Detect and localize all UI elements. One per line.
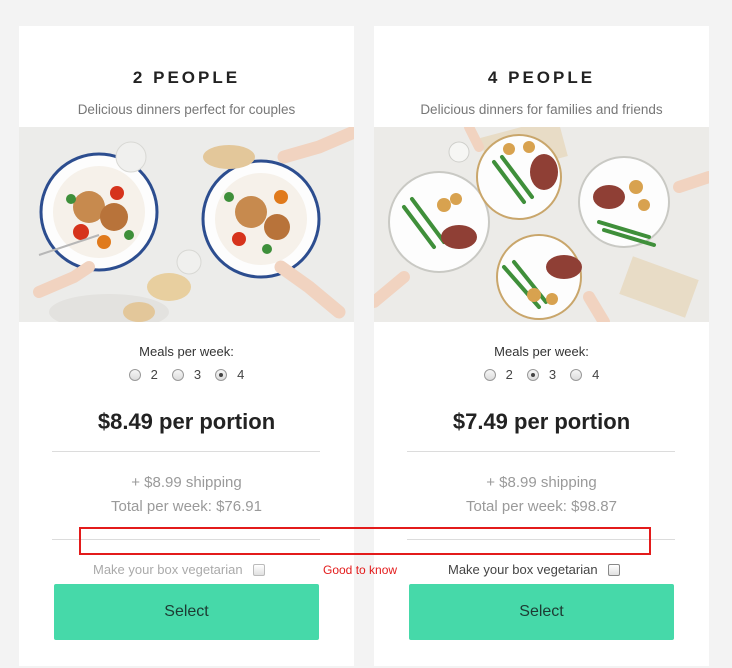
meals-option-3[interactable]: 3	[526, 367, 557, 382]
plan-subtitle: Delicious dinners perfect for couples	[77, 102, 296, 117]
meals-option-label: 4	[592, 367, 600, 382]
vegetarian-checkbox[interactable]	[252, 563, 265, 576]
shipping-cost: + $8.99 shipping	[131, 474, 242, 491]
vegetarian-label: Make your box vegetarian	[448, 562, 598, 577]
meals-option-label: 2	[150, 367, 158, 382]
select-button[interactable]: Select	[54, 584, 319, 640]
meals-option-4[interactable]: 4	[570, 367, 599, 382]
meals-option-3[interactable]: 3	[171, 367, 202, 382]
meals-option-label: 2	[505, 367, 513, 382]
price-per-portion: $7.49 per portion	[452, 409, 631, 434]
food-photo	[374, 127, 709, 322]
meals-radio-group: 2 3 4	[19, 367, 354, 382]
meals-option-2[interactable]: 2	[483, 367, 513, 382]
meals-option-label: 4	[237, 367, 245, 382]
divider	[52, 451, 320, 452]
meals-option-2[interactable]: 2	[128, 367, 158, 382]
plan-title: 4 PEOPLE	[487, 68, 596, 87]
vegetarian-option[interactable]: Make your box vegetarian	[93, 562, 265, 577]
shipping-cost: + $8.99 shipping	[486, 474, 597, 491]
total-per-week: Total per week: $98.87	[466, 498, 617, 515]
vegetarian-label: Make your box vegetarian	[93, 562, 243, 577]
radio-button[interactable]	[128, 368, 141, 381]
plan-card-4-people: 4 PEOPLE Delicious dinners for families …	[374, 26, 709, 666]
meals-option-label: 3	[193, 367, 202, 382]
meals-per-week-label: Meals per week:	[139, 344, 234, 359]
meals-option-4[interactable]: 4	[215, 367, 244, 382]
total-per-week: Total per week: $76.91	[111, 498, 262, 515]
meals-option-label: 3	[548, 367, 557, 382]
price-per-portion: $8.49 per portion	[97, 409, 276, 434]
plan-card-2-people: 2 PEOPLE Delicious dinners perfect for c…	[19, 26, 354, 666]
radio-button[interactable]	[171, 368, 184, 381]
annotation-label: Good to know	[323, 563, 398, 577]
plan-title: 2 PEOPLE	[132, 68, 241, 87]
radio-button-selected[interactable]	[526, 368, 539, 381]
food-photo	[19, 127, 354, 322]
annotation-highlight-box	[79, 527, 651, 555]
vegetarian-checkbox[interactable]	[607, 563, 620, 576]
radio-button[interactable]	[570, 368, 583, 381]
select-button[interactable]: Select	[409, 584, 674, 640]
meals-radio-group: 2 3 4	[374, 367, 709, 382]
meals-per-week-label: Meals per week:	[494, 344, 589, 359]
radio-button-selected[interactable]	[215, 368, 228, 381]
vegetarian-option[interactable]: Make your box vegetarian	[448, 562, 620, 577]
radio-button[interactable]	[483, 368, 496, 381]
plan-subtitle: Delicious dinners for families and frien…	[420, 102, 663, 117]
divider	[407, 451, 675, 452]
